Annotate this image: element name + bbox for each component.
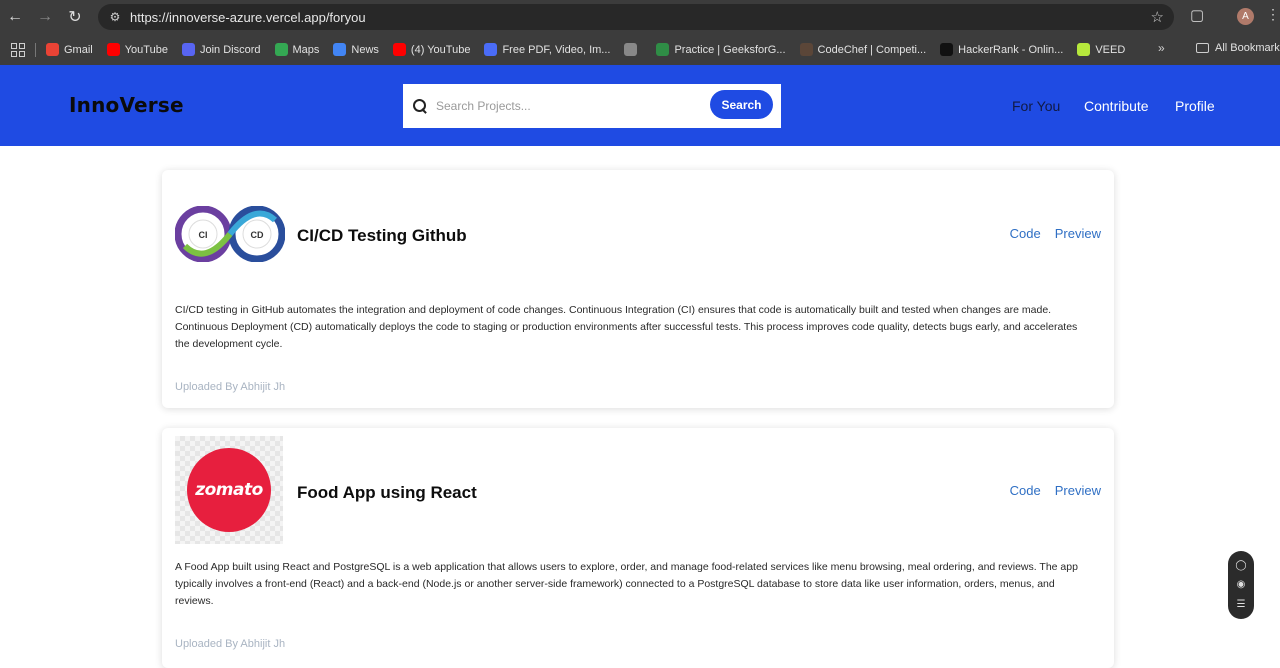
app-header: InnoVerse Search For You Contribute Prof… — [0, 65, 1280, 146]
search-icon — [412, 98, 428, 114]
bookmark-label: CodeChef | Competi... — [817, 43, 927, 56]
bookmark-label: Free PDF, Video, Im... — [502, 43, 611, 56]
uploaded-by: Uploaded By Abhijit Jh — [175, 381, 286, 393]
bookmark-label: News — [351, 43, 379, 56]
bookmark-label: Practice | GeeksforG... — [674, 43, 786, 56]
search-button[interactable]: Search — [710, 90, 773, 119]
youtube-icon — [392, 43, 406, 56]
forward-icon[interactable]: → — [30, 2, 60, 32]
browser-toolbar: ← → ↻ ⚙ https://innoverse-azure.vercel.a… — [0, 0, 1280, 34]
ci-label: CI — [199, 230, 208, 240]
nav-profile[interactable]: Profile — [1175, 98, 1215, 114]
bookmark-item[interactable]: Gmail — [46, 43, 93, 56]
uploaded-by: Uploaded By Abhijit Jh — [175, 638, 286, 650]
preview-link[interactable]: Preview — [1055, 483, 1101, 498]
dots-icon — [624, 43, 638, 56]
bookmark-item[interactable]: CodeChef | Competi... — [799, 43, 927, 56]
project-image: zomato — [175, 436, 283, 544]
back-icon[interactable]: ← — [0, 2, 30, 32]
chat-icon[interactable]: ◯ — [1235, 560, 1246, 571]
bookmark-item[interactable]: Practice | GeeksforG... — [656, 43, 786, 56]
project-card: CI CD CI/CD Testing Github Code Preview … — [162, 170, 1114, 408]
profile-avatar[interactable]: A — [1237, 8, 1254, 25]
code-link[interactable]: Code — [1010, 226, 1041, 241]
bookmark-star-icon[interactable]: ☆ — [1151, 8, 1164, 26]
codechef-icon — [799, 43, 813, 56]
veed-icon — [1077, 43, 1091, 56]
zomato-logo: zomato — [187, 448, 271, 532]
browser-menu-icon[interactable]: ⋮ — [1266, 6, 1280, 23]
bookmark-item[interactable]: News — [333, 43, 379, 56]
youtube-icon — [106, 43, 120, 56]
extensions-icon[interactable]: ▢ — [1190, 6, 1204, 24]
bookmark-item[interactable]: HackerRank - Onlin... — [940, 43, 1063, 56]
code-link[interactable]: Code — [1010, 483, 1041, 498]
hackerrank-icon — [940, 43, 954, 56]
bookmarks-bar: Gmail YouTube Join Discord Maps News (4) YouT… — [0, 34, 1280, 65]
maps-icon — [274, 43, 288, 56]
site-logo[interactable]: InnoVerse — [69, 93, 184, 117]
bookmark-item[interactable]: Free PDF, Video, Im... — [484, 43, 610, 56]
project-title[interactable]: Food App using React — [297, 483, 477, 503]
nav-for-you[interactable]: For You — [1012, 98, 1060, 114]
all-bookmarks-label: All Bookmarks — [1215, 42, 1280, 54]
floating-toolbar: ◯ ◉ ☰ — [1228, 551, 1254, 619]
bookmark-item[interactable] — [624, 43, 642, 56]
list-icon[interactable]: ☰ — [1237, 599, 1246, 610]
address-bar[interactable]: ⚙ https://innoverse-azure.vercel.app/for… — [98, 4, 1174, 30]
preview-link[interactable]: Preview — [1055, 226, 1101, 241]
search-input[interactable] — [436, 99, 696, 113]
bookmark-item[interactable]: YouTube — [106, 43, 168, 56]
cd-label: CD — [251, 230, 264, 240]
nav-contribute[interactable]: Contribute — [1084, 98, 1149, 114]
bookmark-label: YouTube — [124, 43, 168, 56]
project-title[interactable]: CI/CD Testing Github — [297, 226, 467, 246]
site-settings-icon[interactable]: ⚙ — [104, 10, 126, 24]
url-text[interactable]: https://innoverse-azure.vercel.app/foryo… — [130, 10, 366, 25]
project-description: A Food App built using React and Postgre… — [175, 561, 1078, 607]
bookmark-label: (4) YouTube — [410, 43, 471, 56]
bookmark-label: VEED — [1095, 43, 1126, 56]
search-bar: Search — [403, 84, 781, 128]
project-links: Code Preview — [1010, 226, 1101, 241]
discord-icon — [181, 43, 195, 56]
bookmark-item[interactable]: Maps — [274, 43, 320, 56]
bookmark-label: Gmail — [64, 43, 93, 56]
bookmark-label: Maps — [292, 43, 320, 56]
news-icon — [333, 43, 347, 56]
bookmark-label: Join Discord — [199, 43, 261, 56]
project-description: CI/CD testing in GitHub automates the in… — [175, 304, 1078, 350]
more-bookmarks-icon[interactable]: » — [1158, 41, 1165, 55]
eye-icon[interactable]: ◉ — [1237, 579, 1246, 590]
bookmark-item[interactable]: (4) YouTube — [392, 43, 471, 56]
apps-grid-icon[interactable] — [11, 42, 25, 57]
bookmarks-divider — [35, 42, 36, 57]
project-card: zomato Food App using React Code Preview… — [162, 428, 1114, 668]
pdf-tool-icon — [484, 43, 498, 56]
reload-icon[interactable]: ↻ — [60, 2, 90, 32]
folder-icon — [1196, 43, 1209, 53]
bookmark-item[interactable]: VEED — [1077, 43, 1125, 56]
bookmark-label: HackerRank - Onlin... — [958, 43, 1064, 56]
bookmark-item[interactable]: Join Discord — [181, 43, 261, 56]
all-bookmarks-button[interactable]: All Bookmarks — [1196, 42, 1280, 54]
gmail-icon — [46, 43, 59, 56]
geeksforgeeks-icon — [656, 43, 670, 56]
cicd-infinity-logo: CI CD — [175, 206, 285, 262]
project-links: Code Preview — [1010, 483, 1101, 498]
